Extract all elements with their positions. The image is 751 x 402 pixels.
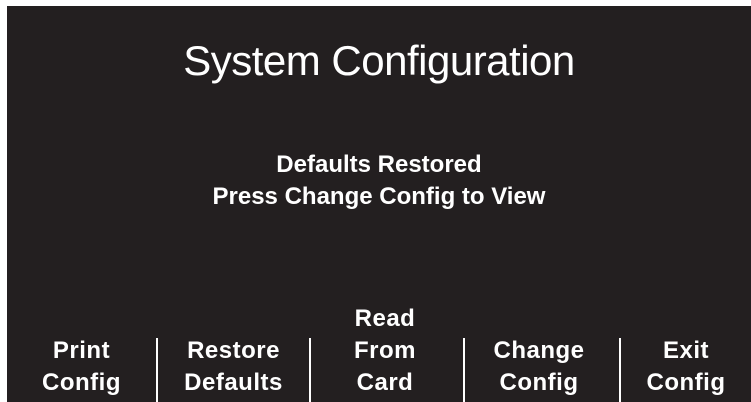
exit-config-label-line2: Config bbox=[646, 369, 726, 396]
status-line-restored: Defaults Restored bbox=[276, 151, 482, 178]
device-screen: System Configuration Defaults Restored P… bbox=[0, 0, 751, 402]
print-config-label-line1: Print bbox=[52, 337, 111, 364]
page-title: System Configuration bbox=[183, 37, 575, 84]
read-from-card-label-line2: From bbox=[354, 337, 416, 364]
exit-config-label-line1: Exit bbox=[662, 337, 709, 364]
read-from-card-label-line3: Card bbox=[356, 369, 414, 396]
read-from-card-button[interactable]: Read From Card bbox=[311, 302, 459, 402]
change-config-label-line1: Change bbox=[493, 337, 585, 364]
display-panel: System Configuration Defaults Restored P… bbox=[7, 6, 751, 402]
print-config-button[interactable]: Print Config bbox=[7, 302, 156, 402]
exit-config-button[interactable]: Exit Config bbox=[621, 302, 751, 402]
print-config-label-line2: Config bbox=[42, 369, 121, 396]
restore-defaults-label-line1: Restore bbox=[187, 337, 280, 364]
restore-defaults-button[interactable]: Restore Defaults bbox=[158, 302, 309, 402]
change-config-button[interactable]: Change Config bbox=[465, 302, 613, 402]
status-line-instruction: Press Change Config to View bbox=[212, 183, 546, 210]
status-message: Defaults Restored Press Change Config to… bbox=[7, 149, 751, 213]
restore-defaults-label-line2: Defaults bbox=[184, 369, 283, 396]
change-config-label-line2: Config bbox=[499, 369, 579, 396]
softkey-bar: Print Config Restore Defaults Read From … bbox=[7, 302, 751, 402]
read-from-card-label-line1: Read bbox=[354, 305, 416, 332]
